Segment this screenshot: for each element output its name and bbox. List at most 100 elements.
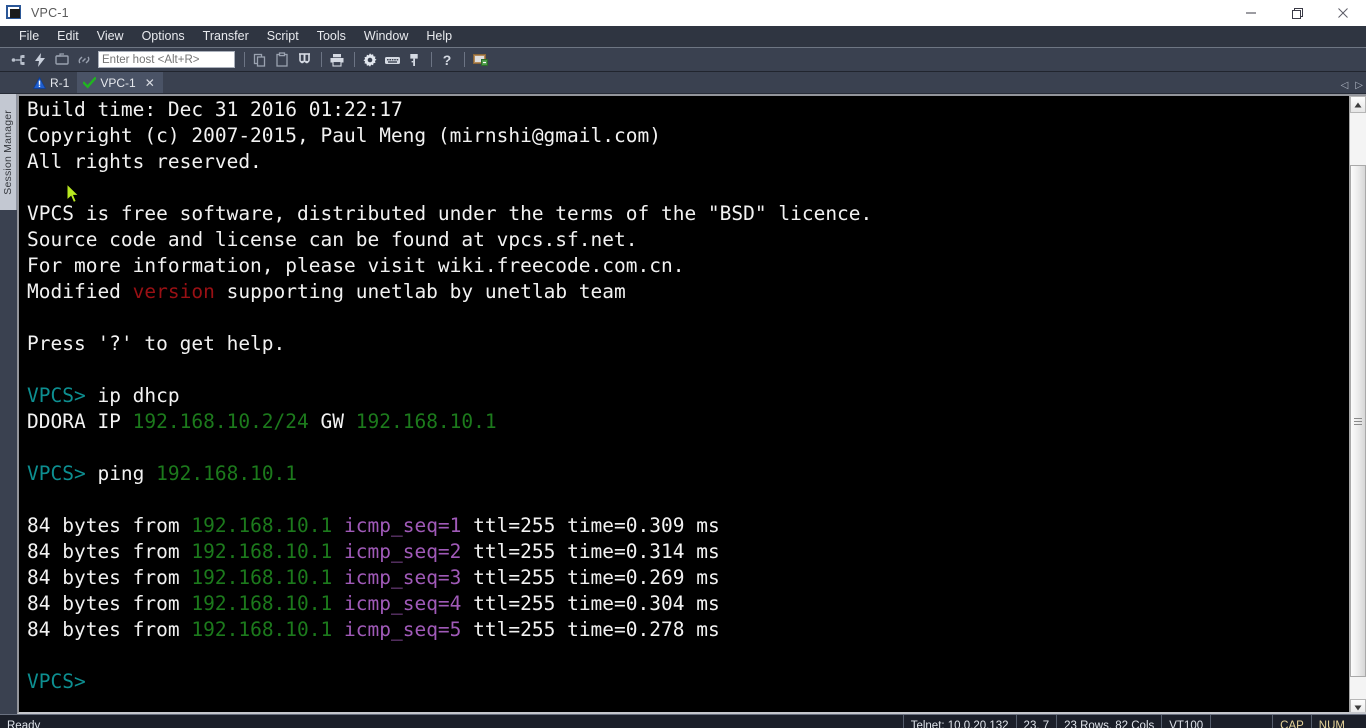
status-extra xyxy=(1210,715,1272,728)
window-title: VPC-1 xyxy=(31,6,69,20)
terminal-text: 192.168.10.1 xyxy=(191,618,333,641)
status-num-lock: NUM xyxy=(1310,715,1352,728)
terminal-text: 84 bytes from xyxy=(27,566,192,589)
session-manager-sidebar: Session Manager xyxy=(0,94,17,714)
toolbar-separator xyxy=(464,52,465,67)
menu-script[interactable]: Script xyxy=(258,27,308,46)
host-input[interactable] xyxy=(98,51,235,68)
terminal-line: Source code and license can be found at … xyxy=(27,227,1366,253)
main-area: Session Manager Build time: Dec 31 2016 … xyxy=(0,94,1366,714)
tab-vpc-1[interactable]: VPC-1 ✕ xyxy=(77,72,163,93)
tab-label-vpc-1: VPC-1 xyxy=(100,75,136,90)
tab-r-1[interactable]: R-1 xyxy=(27,72,77,93)
session-manager-tab[interactable]: Session Manager xyxy=(0,94,17,210)
menu-help[interactable]: Help xyxy=(417,27,461,46)
scroll-down-icon[interactable] xyxy=(1350,699,1366,712)
terminal-text: 84 bytes from xyxy=(27,618,192,641)
restore-icon[interactable] xyxy=(1274,0,1320,26)
terminal-text: 192.168.10.1 xyxy=(156,462,298,485)
terminal-text: 84 bytes from xyxy=(27,514,192,537)
toolbar-separator xyxy=(431,52,432,67)
terminal-text: For more information, please visit wiki.… xyxy=(27,254,685,277)
paste-icon[interactable] xyxy=(272,50,292,70)
menu-bar: File Edit View Options Transfer Script T… xyxy=(0,26,1366,48)
terminal-output[interactable]: Build time: Dec 31 2016 01:22:17 Copyrigh… xyxy=(27,97,1366,712)
app-window-icon xyxy=(6,4,24,22)
resize-grip[interactable] xyxy=(1352,715,1366,728)
terminal-text: All rights reserved. xyxy=(27,150,262,173)
terminal-scrollbar[interactable] xyxy=(1349,96,1366,712)
terminal-line: 84 bytes from 192.168.10.1 icmp_seq=5 tt… xyxy=(27,617,1366,643)
terminal-line: All rights reserved. xyxy=(27,149,1366,175)
terminal-text: Source code and license can be found at … xyxy=(27,228,638,251)
terminal-text: icmp_seq=1 xyxy=(344,514,462,537)
status-ready: Ready xyxy=(7,719,41,728)
close-icon[interactable] xyxy=(1320,0,1366,26)
session-options-icon[interactable] xyxy=(470,50,490,70)
terminal-line: Press '?' to get help. xyxy=(27,331,1366,357)
terminal-text: Modified xyxy=(27,280,133,303)
terminal-text: 192.168.10.2/24 xyxy=(132,410,309,433)
terminal-text: GW xyxy=(308,410,356,433)
tab-strip: R-1 VPC-1 ✕ xyxy=(27,71,163,93)
quick-connect-icon[interactable] xyxy=(30,50,50,70)
terminal-text: 192.168.10.1 xyxy=(191,514,333,537)
status-emulation: VT100 xyxy=(1161,715,1210,728)
terminal-text: 192.168.10.1 xyxy=(191,592,333,615)
scroll-up-icon[interactable] xyxy=(1350,96,1366,113)
menu-tools[interactable]: Tools xyxy=(308,27,355,46)
menu-options[interactable]: Options xyxy=(133,27,194,46)
tab-prev-icon[interactable]: ◁ xyxy=(1341,80,1349,91)
copy-icon[interactable] xyxy=(250,50,270,70)
scrollbar-thumb[interactable] xyxy=(1350,165,1366,677)
menu-transfer[interactable]: Transfer xyxy=(194,27,258,46)
toolbar-separator xyxy=(244,52,245,67)
tab-label-r-1: R-1 xyxy=(50,75,70,90)
tab-next-icon[interactable]: ▷ xyxy=(1355,80,1363,91)
terminal-text: DDORA IP xyxy=(27,410,133,433)
scrollbar-track[interactable] xyxy=(1350,113,1366,699)
settings-icon[interactable] xyxy=(360,50,380,70)
status-caps-lock: CAP xyxy=(1272,715,1311,728)
terminal-text: Press '?' to get help. xyxy=(27,332,286,355)
toolbar: ? xyxy=(0,48,1366,72)
minimize-button[interactable] xyxy=(1228,0,1274,26)
terminal-line: 84 bytes from 192.168.10.1 icmp_seq=2 tt… xyxy=(27,539,1366,565)
help-icon[interactable]: ? xyxy=(437,50,457,70)
tab-nav: ◁ ▷ xyxy=(1341,80,1363,91)
terminal-text: icmp_seq=5 xyxy=(344,618,462,641)
terminal-pane[interactable]: Build time: Dec 31 2016 01:22:17 Copyrigh… xyxy=(17,94,1366,714)
tab-close-icon[interactable]: ✕ xyxy=(145,76,155,90)
terminal-text: icmp_seq=4 xyxy=(344,592,462,615)
window-controls xyxy=(1228,0,1366,26)
disconnect-icon[interactable] xyxy=(74,50,94,70)
terminal-line: Copyright (c) 2007-2015, Paul Meng (mirn… xyxy=(27,123,1366,149)
warning-triangle-icon xyxy=(33,76,46,89)
menu-view[interactable]: View xyxy=(88,27,133,46)
terminal-text: ttl=255 time=0.314 ms xyxy=(461,540,720,563)
key-icon[interactable] xyxy=(404,50,424,70)
scrollbar-grip xyxy=(1354,417,1362,425)
menu-file[interactable]: File xyxy=(10,27,48,46)
terminal-line: VPCS> ip dhcp xyxy=(27,383,1366,409)
find-icon[interactable] xyxy=(294,50,314,70)
menu-edit[interactable]: Edit xyxy=(48,27,88,46)
status-dimensions: 23 Rows, 82 Cols xyxy=(1056,715,1161,728)
keymap-icon[interactable] xyxy=(382,50,402,70)
terminal-text: supporting unetlab by unetlab team xyxy=(214,280,626,303)
menu-window[interactable]: Window xyxy=(355,27,417,46)
connect-icon[interactable] xyxy=(8,50,28,70)
print-icon[interactable] xyxy=(327,50,347,70)
terminal-text: ip dhcp xyxy=(97,384,180,407)
connect-in-tab-icon[interactable] xyxy=(52,50,72,70)
status-connection: Telnet: 10.0.20.132 xyxy=(902,715,1016,728)
status-cursor-position: 23, 7 xyxy=(1015,715,1057,728)
terminal-text: version xyxy=(132,280,215,303)
terminal-line: VPCS is free software, distributed under… xyxy=(27,201,1366,227)
